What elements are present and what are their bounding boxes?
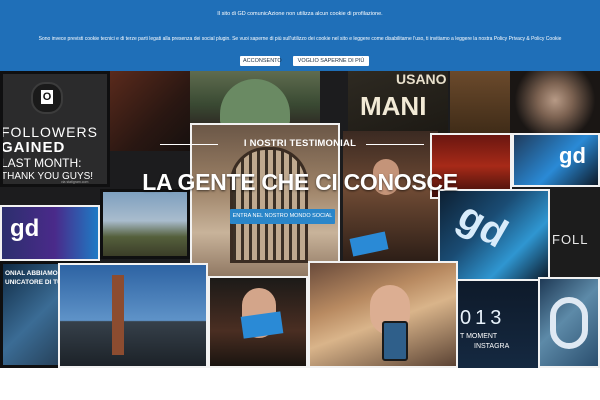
photo-moments: 013 T MOMENT INSTAGRA	[458, 281, 538, 368]
photo-woman-card	[208, 276, 308, 368]
photo-bearded-man	[510, 71, 600, 136]
follow-text: FOLL	[552, 232, 589, 247]
avatar-badge: O	[31, 82, 63, 114]
hero-title: LA GENTE CHE CI CONOSCE	[142, 169, 458, 195]
mani-text: MANI	[360, 91, 427, 121]
held-gd-card	[240, 311, 284, 339]
phone-device	[382, 321, 408, 361]
gd-logo-cards: gd	[450, 193, 515, 257]
scooter-shape	[220, 79, 290, 125]
moments-number: 013	[460, 307, 506, 329]
photo-bar	[450, 71, 510, 141]
photo-follow-right: FOLL	[550, 189, 600, 277]
social-world-button[interactable]: ENTRA NEL NOSTRO MONDO SOCIAL	[230, 209, 335, 224]
bottom-left-text1: ONIAL ABBIAMO	[5, 270, 58, 277]
usano-text: USANO	[396, 71, 447, 87]
learn-more-button[interactable]: VOGLIO SAPERNE DI PIÙ	[293, 56, 369, 66]
photo-gd-big-right	[538, 277, 600, 368]
photo-landscape	[100, 189, 190, 259]
accept-cookies-button[interactable]: ACCONSENTO	[240, 56, 282, 66]
cookie-notice-line1: Il sito di GD comunicAzione non utilizza…	[217, 11, 383, 17]
followers-line-3: LAST MONTH:	[1, 156, 82, 170]
photo-tower	[58, 263, 208, 368]
testimonial-subtitle: I NOSTRI TESTIMONIAL	[243, 138, 357, 149]
woman-card	[349, 231, 389, 257]
page-bottom-area	[0, 368, 600, 400]
door-arch	[230, 147, 308, 263]
cookie-notice-line2: Sono invece previsti cookie tecnici e di…	[38, 36, 562, 42]
gd-logo-left: gd	[10, 215, 40, 242]
badge-letter: O	[41, 90, 53, 104]
moments-text: T MOMENT	[460, 333, 498, 340]
cookie-banner: Il sito di GD comunicAzione non utilizza…	[0, 0, 600, 71]
photo-scooter	[190, 71, 320, 126]
instagram-text: INSTAGRA	[474, 343, 510, 350]
photo-gd-banner: gd	[0, 205, 100, 261]
chimney	[112, 275, 124, 355]
photo-blonde-phone	[308, 261, 458, 368]
bottom-left-text2: UNICATORE DI TU	[5, 279, 62, 286]
photo-woman-hair	[343, 131, 438, 263]
gd-big-letter	[550, 297, 588, 349]
